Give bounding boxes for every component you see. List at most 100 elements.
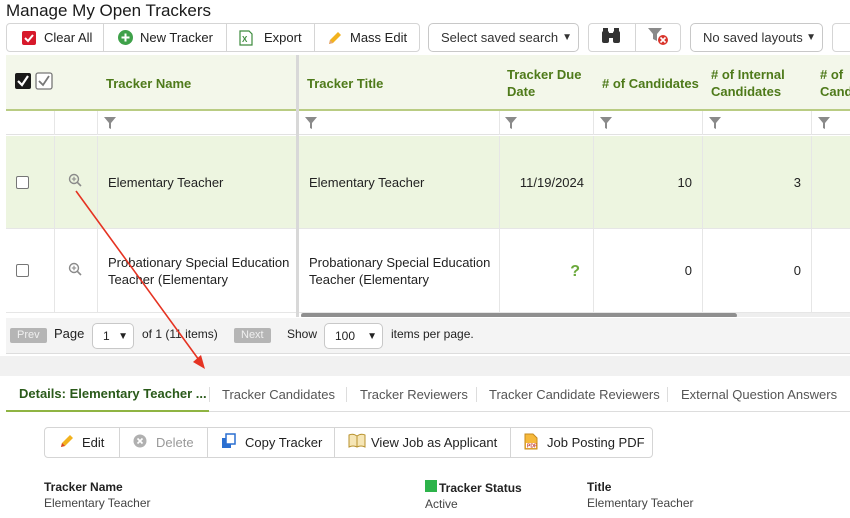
col-header-internal-candidates[interactable]: # of Internal Candidates xyxy=(711,55,816,111)
per-page-text: items per page. xyxy=(391,327,474,341)
row-checkbox[interactable] xyxy=(16,175,29,189)
export-label: Export xyxy=(264,30,302,45)
pencil-icon xyxy=(327,30,343,46)
tab-external-question-answers[interactable]: External Question Answers xyxy=(681,376,837,412)
detail-tabs: Details: Elementary Teacher ... Tracker … xyxy=(6,376,850,412)
filter-row xyxy=(6,111,850,135)
filter-icon[interactable] xyxy=(818,117,830,129)
search-button[interactable] xyxy=(588,23,634,52)
view-job-label: View Job as Applicant xyxy=(371,435,498,450)
status-indicator-icon xyxy=(425,480,437,492)
clear-filter-button[interactable] xyxy=(635,23,681,52)
new-tracker-label: New Tracker xyxy=(140,30,213,45)
mass-edit-label: Mass Edit xyxy=(350,30,408,45)
frozen-column-divider[interactable] xyxy=(296,55,299,317)
row-checkbox[interactable] xyxy=(16,264,29,277)
job-posting-pdf-label: Job Posting PDF xyxy=(547,435,645,450)
title-label: Title xyxy=(587,480,612,494)
col-header-candidates[interactable]: # of Candidates xyxy=(602,55,702,111)
copy-tracker-button[interactable]: Copy Tracker xyxy=(221,428,322,457)
title-value: Elementary Teacher xyxy=(587,496,694,510)
delete-icon xyxy=(133,434,147,451)
filter-icon[interactable] xyxy=(709,117,721,129)
chevron-down-icon: ▼ xyxy=(562,32,572,43)
table-row[interactable]: Probationary Special Education Teacher (… xyxy=(6,229,850,313)
due-date-unknown-icon: ? xyxy=(570,262,580,280)
page-count-text: of 1 (11 items) xyxy=(142,327,218,341)
copy-tracker-label: Copy Tracker xyxy=(245,435,323,450)
export-button[interactable]: X Export xyxy=(226,23,313,52)
clear-all-button[interactable]: Clear All xyxy=(6,23,103,52)
next-page-button[interactable]: Next xyxy=(234,328,271,343)
pencil-icon xyxy=(59,433,75,452)
svg-text:PDF: PDF xyxy=(527,443,537,449)
tracker-title-cell: Probationary Special Education Teacher (… xyxy=(309,254,491,287)
chevron-down-icon: ▼ xyxy=(367,331,377,342)
excel-icon: X xyxy=(238,29,254,46)
horizontal-scrollbar[interactable] xyxy=(301,313,737,317)
binoculars-icon xyxy=(601,28,621,47)
chevron-down-icon: ▼ xyxy=(806,32,816,43)
internal-candidates-cell: 0 xyxy=(793,263,801,278)
filter-icon[interactable] xyxy=(104,117,116,129)
prev-page-button[interactable]: Prev xyxy=(10,328,47,343)
filter-clear-icon xyxy=(647,26,669,49)
col-header-more[interactable]: # of Cand xyxy=(820,55,850,111)
pager: Prev Page 1 ▼ of 1 (11 items) Next Show … xyxy=(6,318,850,354)
filter-icon[interactable] xyxy=(505,117,517,129)
copy-icon xyxy=(221,433,237,452)
filter-icon[interactable] xyxy=(305,117,317,129)
tracker-title-cell: Elementary Teacher xyxy=(309,174,425,190)
tab-tracker-candidates[interactable]: Tracker Candidates xyxy=(222,376,335,412)
edit-button[interactable]: Edit xyxy=(59,428,104,457)
tracker-name-cell: Elementary Teacher xyxy=(108,174,224,190)
per-page-value: 100 xyxy=(335,329,356,343)
tracker-name-value: Elementary Teacher xyxy=(44,496,151,510)
page-select[interactable]: 1 ▼ xyxy=(92,323,134,349)
candidates-cell: 0 xyxy=(684,263,692,278)
candidates-cell: 10 xyxy=(677,174,692,190)
per-page-select[interactable]: 100 ▼ xyxy=(324,323,383,349)
col-header-due-date[interactable]: Tracker Due Date xyxy=(507,55,595,111)
col-header-tracker-title[interactable]: Tracker Title xyxy=(307,55,497,111)
col-header-tracker-name[interactable]: Tracker Name xyxy=(106,55,296,111)
chevron-down-icon: ▼ xyxy=(118,331,128,342)
select-all-checkbox[interactable] xyxy=(14,55,56,111)
job-posting-pdf-button[interactable]: PDF Job Posting PDF xyxy=(523,428,645,457)
tracker-name-label: Tracker Name xyxy=(44,480,123,494)
page-label: Page xyxy=(54,326,85,341)
zoom-icon[interactable] xyxy=(68,262,82,280)
new-tracker-button[interactable]: New Tracker xyxy=(103,23,225,52)
tracker-status-value: Active xyxy=(425,497,458,511)
svg-text:X: X xyxy=(242,35,248,44)
edit-label: Edit xyxy=(82,435,105,450)
pdf-icon: PDF xyxy=(523,433,539,453)
tab-tracker-reviewers[interactable]: Tracker Reviewers xyxy=(360,376,468,412)
pane-splitter[interactable] xyxy=(0,356,850,376)
mass-edit-button[interactable]: Mass Edit xyxy=(314,23,420,52)
tab-tracker-candidate-reviewers[interactable]: Tracker Candidate Reviewers xyxy=(489,376,660,412)
saved-search-select[interactable]: Select saved search ▼ xyxy=(428,23,579,52)
show-label: Show xyxy=(287,327,318,341)
details-toolbar: Edit Delete Copy Tracker View Job as App… xyxy=(44,427,653,458)
tracker-name-cell: Probationary Special Education Teacher (… xyxy=(108,254,290,287)
zoom-icon[interactable] xyxy=(68,173,82,191)
delete-label: Delete xyxy=(156,435,194,450)
tab-details[interactable]: Details: Elementary Teacher ... xyxy=(6,376,209,412)
internal-candidates-cell: 3 xyxy=(793,174,801,190)
tracker-status-label: Tracker Status xyxy=(439,481,522,495)
trackers-grid: Tracker Name Tracker Title Tracker Due D… xyxy=(6,55,850,317)
page-value: 1 xyxy=(103,329,110,343)
table-row[interactable]: Elementary Teacher Elementary Teacher 11… xyxy=(6,136,850,229)
filter-icon[interactable] xyxy=(600,117,612,129)
plus-circle-icon xyxy=(117,30,133,46)
layouts-select[interactable]: No saved layouts ▼ xyxy=(690,23,823,52)
check-all-icon xyxy=(14,72,54,94)
page-title: Manage My Open Trackers xyxy=(6,1,212,20)
saved-search-placeholder: Select saved search xyxy=(441,30,559,45)
delete-button[interactable]: Delete xyxy=(133,428,194,457)
due-date-cell: 11/19/2024 xyxy=(519,174,584,190)
view-job-as-applicant-button[interactable]: View Job as Applicant xyxy=(348,428,497,457)
layouts-value: No saved layouts xyxy=(703,30,803,45)
layout-options-button[interactable] xyxy=(832,23,850,52)
